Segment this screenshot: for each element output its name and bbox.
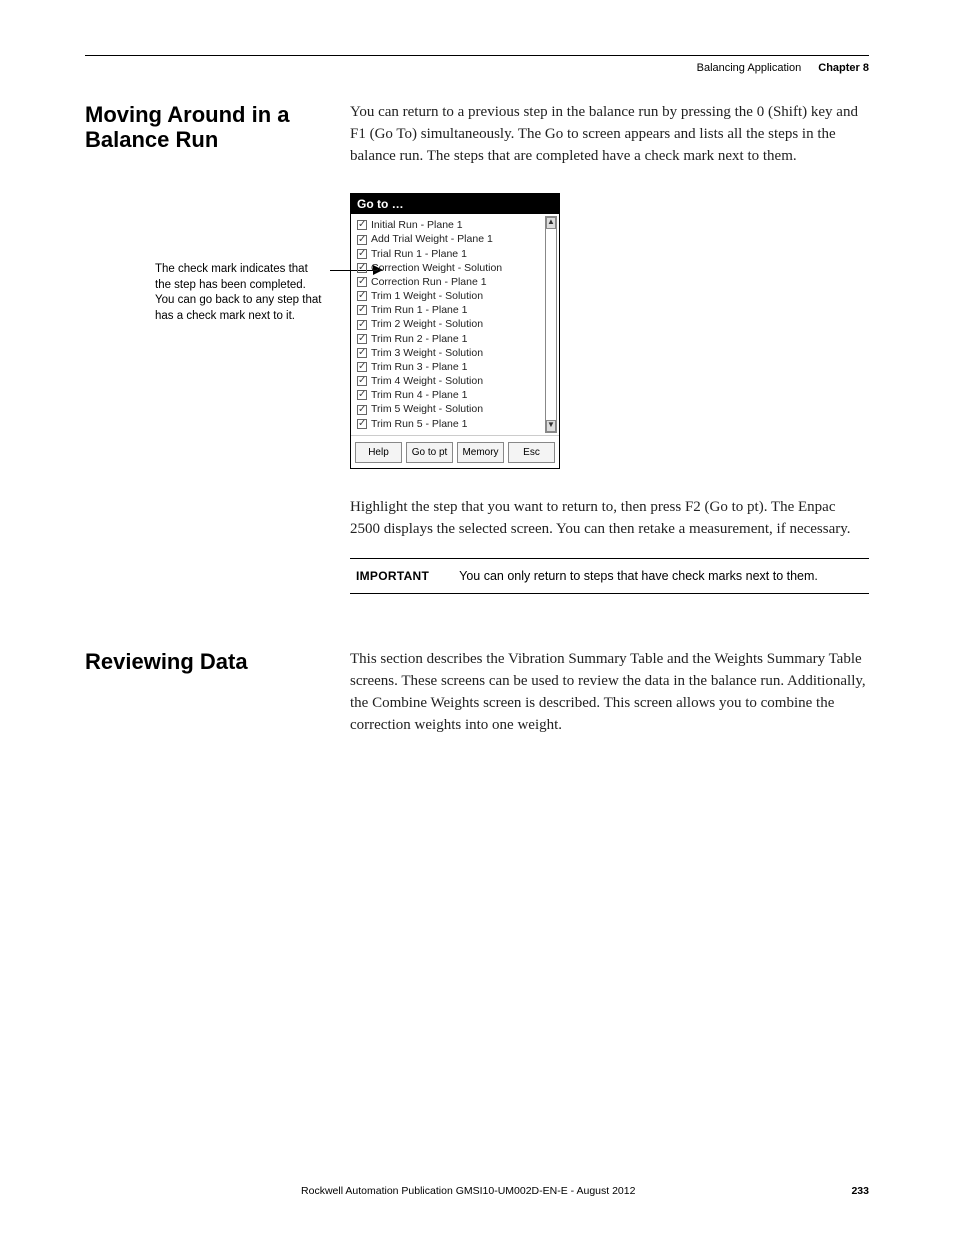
- section-moving-around: Moving Around in a Balance Run You can r…: [85, 102, 869, 167]
- softkey-memory[interactable]: Memory: [457, 442, 504, 463]
- checkmark-icon: [357, 348, 367, 358]
- footer-page-number: 233: [851, 1185, 869, 1197]
- list-item[interactable]: Trim 1 Weight - Solution: [355, 289, 539, 303]
- list-item[interactable]: Initial Run - Plane 1: [355, 218, 539, 232]
- header-rule: [85, 55, 869, 56]
- step-label: Trim Run 2 - Plane 1: [371, 332, 467, 346]
- scroll-up-icon[interactable]: ▲: [546, 217, 556, 229]
- softkey-goto-pt[interactable]: Go to pt: [406, 442, 453, 463]
- checkmark-icon: [357, 419, 367, 429]
- device-softkey-row: Help Go to pt Memory Esc: [351, 435, 559, 468]
- list-item[interactable]: Trim Run 3 - Plane 1: [355, 360, 539, 374]
- list-item[interactable]: Trim 2 Weight - Solution: [355, 317, 539, 331]
- checkmark-icon: [357, 390, 367, 400]
- list-item[interactable]: Trim 5 Weight - Solution: [355, 402, 539, 416]
- checkmark-icon: [357, 376, 367, 386]
- checkmark-icon: [357, 405, 367, 415]
- header-doc-title: Balancing Application: [697, 62, 802, 74]
- step-label: Initial Run - Plane 1: [371, 218, 463, 232]
- list-item[interactable]: Trim Run 2 - Plane 1: [355, 332, 539, 346]
- checkmark-icon: [357, 220, 367, 230]
- footer-publication: Rockwell Automation Publication GMSI10-U…: [85, 1185, 851, 1197]
- para-reviewing-data: This section describes the Vibration Sum…: [350, 649, 869, 736]
- callout-text: The check mark indicates that the step h…: [155, 262, 325, 324]
- list-item[interactable]: Correction Weight - Solution: [355, 261, 539, 275]
- illustration-row: The check mark indicates that the step h…: [85, 179, 869, 594]
- device-titlebar: Go to …: [351, 194, 559, 214]
- heading-reviewing-data: Reviewing Data: [85, 649, 330, 674]
- list-item[interactable]: Trim 3 Weight - Solution: [355, 346, 539, 360]
- checkmark-icon: [357, 305, 367, 315]
- step-label: Correction Run - Plane 1: [371, 275, 487, 289]
- list-item[interactable]: Trial Run 1 - Plane 1: [355, 247, 539, 261]
- list-item[interactable]: Trim 4 Weight - Solution: [355, 374, 539, 388]
- checkmark-icon: [357, 249, 367, 259]
- scrollbar[interactable]: ▲ ▼: [545, 216, 557, 433]
- step-label: Trim Run 1 - Plane 1: [371, 303, 467, 317]
- para-highlight-step: Highlight the step that you want to retu…: [350, 497, 869, 541]
- important-label: IMPORTANT: [356, 569, 429, 583]
- callout-block: The check mark indicates that the step h…: [85, 197, 330, 324]
- list-item[interactable]: Trim Run 1 - Plane 1: [355, 303, 539, 317]
- step-label: Trim 5 Weight - Solution: [371, 402, 483, 416]
- softkey-help[interactable]: Help: [355, 442, 402, 463]
- step-label: Trim 3 Weight - Solution: [371, 346, 483, 360]
- page-footer: Rockwell Automation Publication GMSI10-U…: [85, 1185, 869, 1197]
- checkmark-icon: [357, 291, 367, 301]
- list-item[interactable]: Add Trial Weight - Plane 1: [355, 232, 539, 246]
- checkmark-icon: [357, 362, 367, 372]
- checkmark-icon: [357, 334, 367, 344]
- list-item[interactable]: Trim Run 5 - Plane 1: [355, 417, 539, 431]
- goto-step-list: Initial Run - Plane 1 Add Trial Weight -…: [355, 218, 555, 431]
- heading-moving-around: Moving Around in a Balance Run: [85, 102, 330, 153]
- step-label: Trial Run 1 - Plane 1: [371, 247, 467, 261]
- device-screenshot: Go to … Initial Run - Plane 1 Add Trial …: [350, 193, 560, 469]
- step-label: Trim Run 3 - Plane 1: [371, 360, 467, 374]
- checkmark-icon: [357, 277, 367, 287]
- checkmark-icon: [357, 320, 367, 330]
- step-label: Trim 1 Weight - Solution: [371, 289, 483, 303]
- important-text: You can only return to steps that have c…: [459, 569, 818, 583]
- checkmark-icon: [357, 263, 367, 273]
- step-label: Add Trial Weight - Plane 1: [371, 232, 493, 246]
- step-label: Trim 4 Weight - Solution: [371, 374, 483, 388]
- device-body: Initial Run - Plane 1 Add Trial Weight -…: [351, 214, 559, 435]
- step-label: Trim Run 5 - Plane 1: [371, 417, 467, 431]
- list-item[interactable]: Correction Run - Plane 1: [355, 275, 539, 289]
- section-reviewing-data: Reviewing Data This section describes th…: [85, 649, 869, 736]
- list-item[interactable]: Trim Run 4 - Plane 1: [355, 388, 539, 402]
- checkmark-icon: [357, 235, 367, 245]
- header-chapter: Chapter 8: [818, 62, 869, 74]
- important-callout: IMPORTANT You can only return to steps t…: [350, 558, 869, 594]
- step-label: Trim Run 4 - Plane 1: [371, 388, 467, 402]
- softkey-esc[interactable]: Esc: [508, 442, 555, 463]
- para-intro: You can return to a previous step in the…: [350, 102, 869, 167]
- step-label: Correction Weight - Solution: [371, 261, 502, 275]
- scroll-down-icon[interactable]: ▼: [546, 420, 556, 432]
- step-label: Trim 2 Weight - Solution: [371, 317, 483, 331]
- running-header: Balancing Application Chapter 8: [85, 62, 869, 74]
